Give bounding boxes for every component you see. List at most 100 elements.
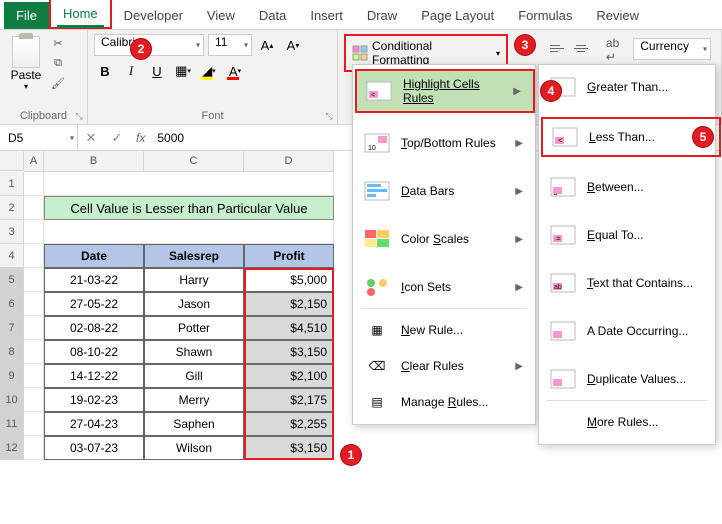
cell-profit[interactable]: $5,000 <box>244 268 334 292</box>
font-color-button[interactable]: A▾ <box>224 60 246 82</box>
cell-profit[interactable]: $3,150 <box>244 340 334 364</box>
header-salesrep[interactable]: Salesrep <box>144 244 244 268</box>
menu-equal-to[interactable]: = Equal To... <box>541 217 721 253</box>
row-header[interactable]: 1 <box>0 172 23 196</box>
menu-between[interactable]: ⎵ Between... <box>541 169 721 205</box>
number-format-select[interactable]: Currency ▾ <box>633 38 711 60</box>
menu-icon-sets[interactable]: Icon Sets ▶ <box>355 269 535 305</box>
col-header-A[interactable]: A <box>24 151 44 172</box>
cell-date[interactable]: 03-07-23 <box>44 436 144 460</box>
increase-font-button[interactable]: A▴ <box>256 34 278 56</box>
menu-clear-rules[interactable]: ⌫ Clear Rules ▶ <box>355 348 535 384</box>
cell[interactable] <box>24 364 44 388</box>
wrap-text-button[interactable]: ab↵ <box>602 34 623 66</box>
header-date[interactable]: Date <box>44 244 144 268</box>
tab-review[interactable]: Review <box>584 2 651 29</box>
cell-profit[interactable]: $2,150 <box>244 292 334 316</box>
row-header[interactable]: 5 <box>0 268 23 292</box>
fill-color-button[interactable]: ◢ ▾ <box>198 60 220 82</box>
copy-button[interactable]: ⧉ <box>48 54 68 72</box>
cell-date[interactable]: 08-10-22 <box>44 340 144 364</box>
menu-duplicate-values[interactable]: Duplicate Values... <box>541 361 721 397</box>
row-header[interactable]: 8 <box>0 340 23 364</box>
menu-highlight-cells-rules[interactable]: < Highlight Cells Rules ▶ <box>355 69 535 113</box>
cell-date[interactable]: 19-02-23 <box>44 388 144 412</box>
menu-manage-rules[interactable]: ▤ Manage Rules... <box>355 384 535 420</box>
row-header[interactable]: 11 <box>0 412 23 436</box>
cell-salesrep[interactable]: Wilson <box>144 436 244 460</box>
cut-button[interactable]: ✂ <box>48 34 68 52</box>
tab-draw[interactable]: Draw <box>355 2 409 29</box>
cell[interactable] <box>24 388 44 412</box>
cell[interactable] <box>24 316 44 340</box>
tab-view[interactable]: View <box>195 2 247 29</box>
row-header[interactable]: 9 <box>0 364 23 388</box>
format-painter-button[interactable]: 🖌 <box>48 74 68 92</box>
cell-date[interactable]: 02-08-22 <box>44 316 144 340</box>
cell-salesrep[interactable]: Merry <box>144 388 244 412</box>
tab-insert[interactable]: Insert <box>298 2 355 29</box>
menu-more-rules[interactable]: More Rules... <box>541 404 721 440</box>
tab-page-layout[interactable]: Page Layout <box>409 2 506 29</box>
menu-new-rule[interactable]: ▦ New Rule... <box>355 312 535 348</box>
menu-data-bars[interactable]: Data Bars ▶ <box>355 173 535 209</box>
tab-formulas[interactable]: Formulas <box>506 2 584 29</box>
tab-developer[interactable]: Developer <box>112 2 195 29</box>
row-header[interactable]: 10 <box>0 388 23 412</box>
row-header[interactable]: 12 <box>0 436 23 460</box>
cell-salesrep[interactable]: Jason <box>144 292 244 316</box>
col-header-B[interactable]: B <box>44 151 144 172</box>
col-header-D[interactable]: D <box>244 151 334 172</box>
row-header[interactable]: 4 <box>0 244 23 268</box>
decrease-font-button[interactable]: A▾ <box>282 34 304 56</box>
menu-text-contains[interactable]: ab Text that Contains... <box>541 265 721 301</box>
align-center-button[interactable] <box>570 38 592 58</box>
menu-color-scales[interactable]: Color Scales ▶ <box>355 221 535 257</box>
row-header[interactable]: 2 <box>0 196 23 220</box>
menu-top-bottom-rules[interactable]: 10 Top/Bottom Rules ▶ <box>355 125 535 161</box>
col-header-C[interactable]: C <box>144 151 244 172</box>
cell[interactable] <box>24 292 44 316</box>
cell[interactable] <box>24 340 44 364</box>
cell-date[interactable]: 14-12-22 <box>44 364 144 388</box>
select-all-corner[interactable] <box>0 151 24 171</box>
border-button[interactable]: ▦▾ <box>172 60 194 82</box>
row-header[interactable]: 6 <box>0 292 23 316</box>
tab-data[interactable]: Data <box>247 2 298 29</box>
clipboard-launcher[interactable]: ⤡ <box>73 110 85 122</box>
accept-formula-button[interactable]: ✓ <box>104 130 130 146</box>
cell-profit[interactable]: $2,175 <box>244 388 334 412</box>
cell-salesrep[interactable]: Harry <box>144 268 244 292</box>
underline-button[interactable]: U <box>146 60 168 82</box>
cell-date[interactable]: 27-05-22 <box>44 292 144 316</box>
font-size-select[interactable]: 11 ▾ <box>208 34 252 56</box>
row-header[interactable]: 7 <box>0 316 23 340</box>
menu-greater-than[interactable]: > Greater Than... <box>541 69 721 105</box>
cell[interactable] <box>24 436 44 460</box>
cell-salesrep[interactable]: Shawn <box>144 340 244 364</box>
cell-date[interactable]: 21-03-22 <box>44 268 144 292</box>
cell-date[interactable]: 27-04-23 <box>44 412 144 436</box>
cancel-formula-button[interactable]: ✕ <box>78 130 104 146</box>
cell-profit[interactable]: $2,100 <box>244 364 334 388</box>
cell[interactable] <box>24 412 44 436</box>
fx-icon[interactable]: fx <box>130 131 151 145</box>
tab-home[interactable]: Home <box>49 0 112 29</box>
menu-date-occurring[interactable]: A Date Occurring... <box>541 313 721 349</box>
font-launcher[interactable]: ⤡ <box>323 110 335 122</box>
cell-salesrep[interactable]: Saphen <box>144 412 244 436</box>
row-header[interactable]: 3 <box>0 220 23 244</box>
cell-profit[interactable]: $2,255 <box>244 412 334 436</box>
title-cell[interactable]: Cell Value is Lesser than Particular Val… <box>44 196 334 220</box>
cell-salesrep[interactable]: Potter <box>144 316 244 340</box>
cell-profit[interactable]: $4,510 <box>244 316 334 340</box>
cell-salesrep[interactable]: Gill <box>144 364 244 388</box>
align-left-button[interactable] <box>546 38 568 58</box>
paste-button[interactable]: Paste ▾ <box>6 34 46 93</box>
tab-file[interactable]: File <box>4 2 49 29</box>
cell-profit[interactable]: $3,150 <box>244 436 334 460</box>
cell[interactable] <box>24 268 44 292</box>
name-box[interactable]: D5 ▾ <box>0 125 78 150</box>
italic-button[interactable]: I <box>120 60 142 82</box>
header-profit[interactable]: Profit <box>244 244 334 268</box>
